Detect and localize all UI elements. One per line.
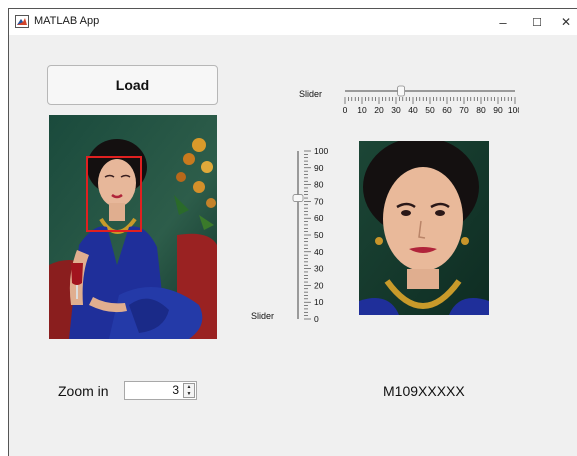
tick-label: 80 (476, 105, 486, 115)
tick-label: 100 (508, 105, 519, 115)
window-title: MATLAB App (34, 15, 100, 27)
tick-label: 50 (314, 230, 324, 240)
source-image (49, 115, 217, 339)
tick-label: 40 (314, 247, 324, 257)
tick-label: 30 (391, 105, 401, 115)
minimize-icon: – (499, 14, 507, 30)
maximize-button[interactable]: ☐ (520, 9, 554, 35)
tick-label: 70 (459, 105, 469, 115)
zoom-spinner[interactable]: 3 ▲ ▼ (124, 381, 197, 400)
tick-label: 90 (493, 105, 503, 115)
vertical-slider[interactable]: 0 10 20 30 40 50 60 70 80 90 100 (285, 139, 333, 327)
tick-label: 70 (314, 196, 324, 206)
title-bar: MATLAB App – ☐ ✕ (9, 9, 577, 35)
close-icon: ✕ (560, 15, 572, 29)
id-label: M109XXXXX (383, 383, 465, 399)
matlab-app-icon (15, 15, 29, 28)
spinner-up-icon[interactable]: ▲ (184, 384, 194, 390)
tick-label: 60 (314, 213, 324, 223)
tick-label: 40 (408, 105, 418, 115)
close-button[interactable]: ✕ (554, 9, 577, 35)
horizontal-slider[interactable]: 0 10 20 30 40 50 60 70 80 90 100 (335, 83, 519, 123)
vertical-slider-label: Slider (251, 311, 275, 321)
minimize-button[interactable]: – (486, 9, 520, 35)
tick-label: 0 (343, 105, 348, 115)
tick-label: 20 (314, 280, 324, 290)
spinner-buttons: ▲ ▼ (183, 383, 195, 398)
zoom-value[interactable]: 3 (172, 383, 179, 397)
cropped-face-image (359, 141, 489, 315)
maximize-icon: ☐ (532, 16, 542, 29)
tick-label: 100 (314, 146, 328, 156)
tick-label: 90 (314, 163, 324, 173)
slider-thumb[interactable] (397, 85, 405, 97)
tick-label: 80 (314, 180, 324, 190)
tick-label: 0 (314, 314, 319, 324)
tick-label: 20 (374, 105, 384, 115)
slider-thumb[interactable] (292, 194, 304, 202)
tick-label: 10 (314, 297, 324, 307)
tick-label: 10 (357, 105, 367, 115)
load-button[interactable]: Load (47, 65, 218, 105)
app-window: MATLAB App – ☐ ✕ Load Slider 0 10 20 30 … (8, 8, 577, 456)
spinner-down-icon[interactable]: ▼ (184, 391, 194, 397)
zoom-label: Zoom in (58, 383, 109, 399)
horizontal-slider-label: Slider (299, 89, 323, 99)
tick-label: 50 (425, 105, 435, 115)
tick-label: 60 (442, 105, 452, 115)
tick-label: 30 (314, 264, 324, 274)
